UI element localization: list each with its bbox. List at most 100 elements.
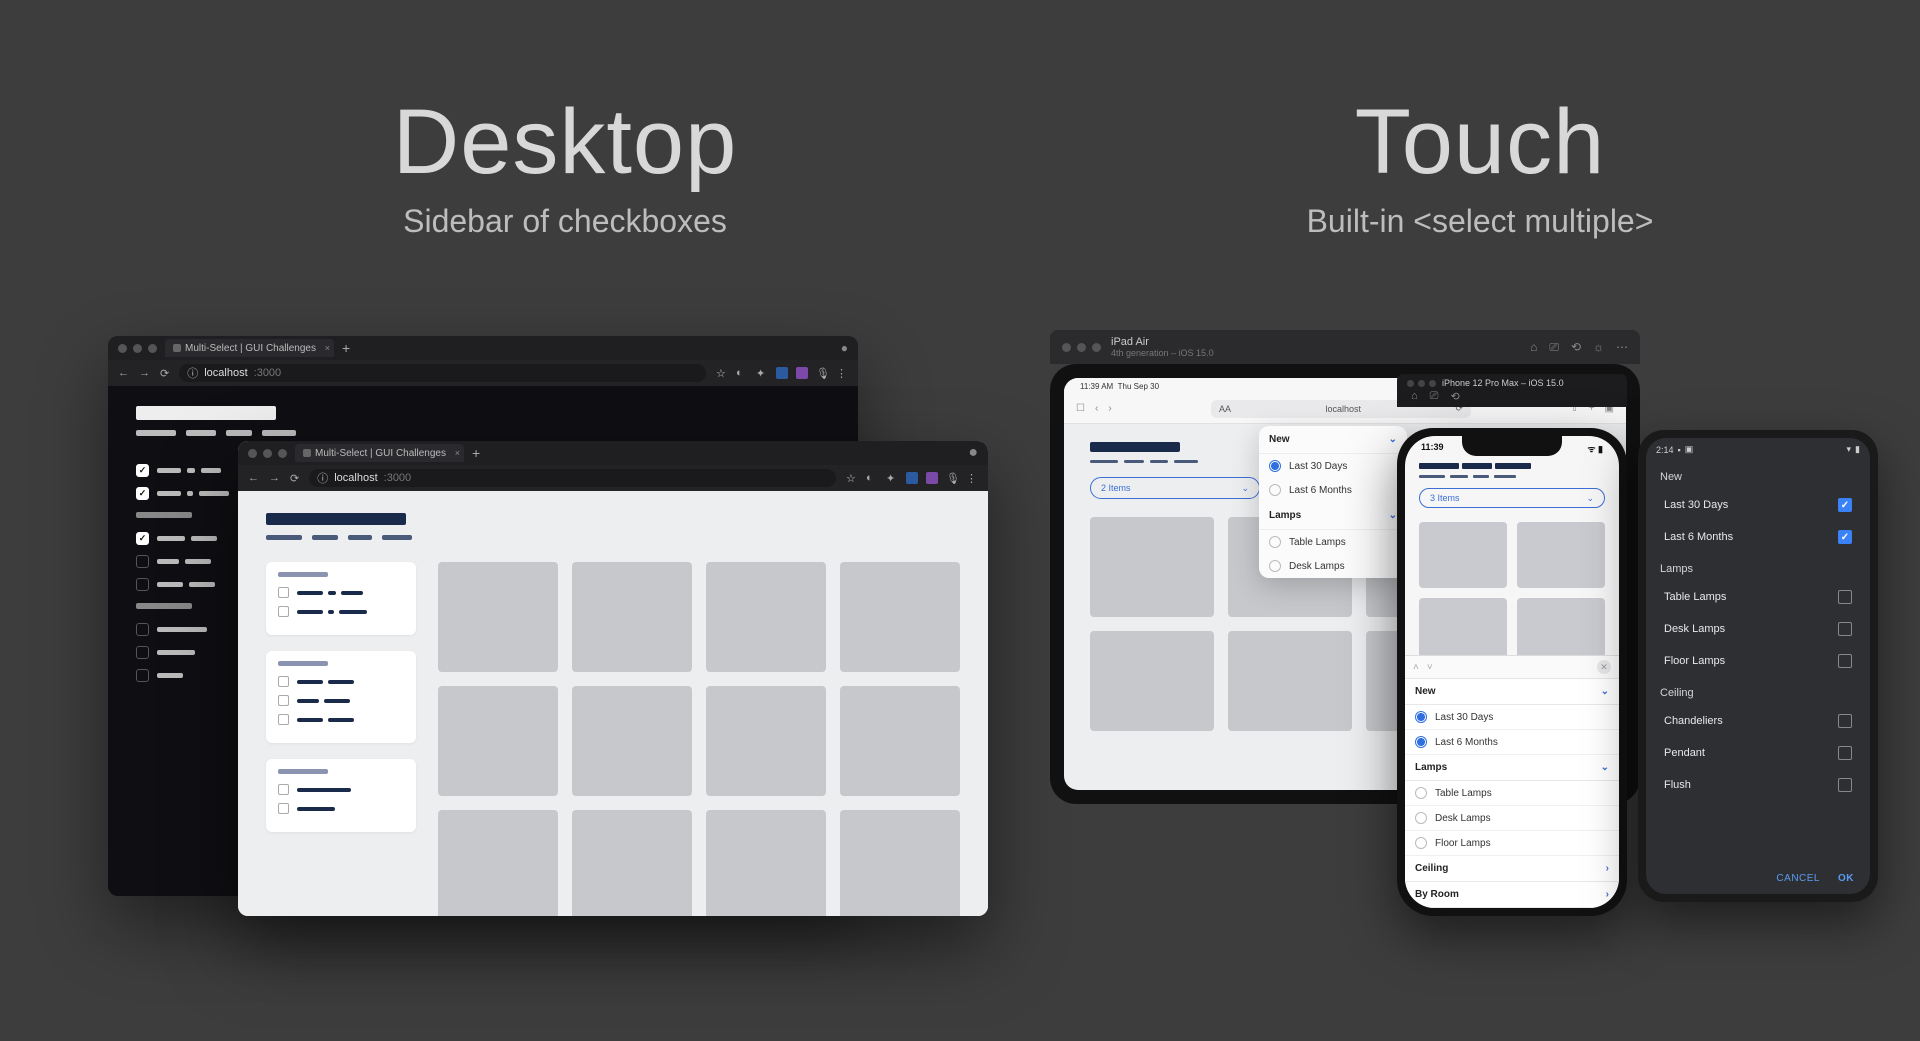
traffic-lights[interactable] bbox=[1062, 343, 1101, 352]
product-tile[interactable] bbox=[572, 686, 692, 796]
sheet-option[interactable]: Last 6 Months bbox=[1405, 730, 1619, 755]
close-sheet-icon[interactable]: ✕ bbox=[1597, 660, 1611, 674]
android-option[interactable]: Chandeliers bbox=[1646, 705, 1870, 737]
sheet-group-header[interactable]: Lamps ⌄ bbox=[1405, 755, 1619, 781]
next-field-icon[interactable]: ˅ bbox=[1427, 662, 1433, 673]
product-tile[interactable] bbox=[706, 810, 826, 916]
product-tile[interactable] bbox=[1090, 517, 1214, 617]
select-summary-pill[interactable]: 2 Items ⌄ bbox=[1090, 477, 1260, 499]
back-icon[interactable]: ‹ bbox=[1095, 403, 1098, 414]
popover-option[interactable]: Last 30 Days bbox=[1259, 454, 1407, 478]
product-tile[interactable] bbox=[840, 686, 960, 796]
checkbox-icon[interactable] bbox=[278, 606, 289, 617]
close-tab-icon[interactable]: × bbox=[325, 343, 330, 353]
product-tile[interactable] bbox=[1228, 631, 1352, 731]
ext-badge-2[interactable] bbox=[796, 367, 808, 379]
product-tile[interactable] bbox=[840, 810, 960, 916]
browser-tab[interactable]: Multi-Select | GUI Challenges × bbox=[295, 444, 464, 462]
site-info-icon[interactable]: ⓘ bbox=[187, 365, 198, 381]
kebab-menu-icon[interactable]: ⋮ bbox=[836, 367, 848, 379]
ext-badge-2[interactable] bbox=[926, 472, 938, 484]
checkbox-icon[interactable] bbox=[136, 464, 149, 477]
mic-icon[interactable]: 🎙 bbox=[816, 367, 828, 379]
android-option[interactable]: Last 6 Months bbox=[1646, 521, 1870, 553]
forward-icon[interactable]: → bbox=[269, 472, 280, 484]
back-icon[interactable]: ← bbox=[248, 472, 259, 484]
select-summary-pill[interactable]: 3 Items ⌄ bbox=[1419, 488, 1605, 508]
popover-group-header[interactable]: New ⌄ bbox=[1259, 426, 1407, 454]
kebab-menu-icon[interactable]: ⋮ bbox=[966, 472, 978, 484]
product-tile[interactable] bbox=[1090, 631, 1214, 731]
sheet-option[interactable]: Floor Lamps bbox=[1405, 831, 1619, 856]
extensions-icon[interactable]: ✦ bbox=[886, 472, 898, 484]
checkbox-icon[interactable] bbox=[1838, 654, 1852, 668]
product-tile[interactable] bbox=[1419, 522, 1507, 588]
filter-row[interactable] bbox=[278, 676, 404, 687]
site-info-icon[interactable]: ⓘ bbox=[317, 470, 328, 486]
product-tile[interactable] bbox=[572, 810, 692, 916]
window-close-icon[interactable]: ● bbox=[841, 341, 848, 355]
checkbox-icon[interactable] bbox=[1838, 714, 1852, 728]
traffic-lights[interactable] bbox=[1407, 380, 1436, 387]
android-option[interactable]: Flush bbox=[1646, 769, 1870, 801]
moon-icon[interactable]: ◐ bbox=[866, 472, 878, 484]
filter-row[interactable] bbox=[278, 803, 404, 814]
checkbox-icon[interactable] bbox=[1838, 746, 1852, 760]
browser-tab[interactable]: Multi-Select | GUI Challenges × bbox=[165, 339, 334, 357]
select-popover[interactable]: New ⌄ Last 30 Days Last 6 Months Lamps ⌄… bbox=[1259, 426, 1407, 578]
reload-icon[interactable]: ⟳ bbox=[160, 367, 169, 380]
android-option[interactable]: Desk Lamps bbox=[1646, 613, 1870, 645]
reload-icon[interactable]: ⟳ bbox=[290, 472, 299, 485]
ext-badge-1[interactable] bbox=[776, 367, 788, 379]
sheet-group-header[interactable]: New ⌄ bbox=[1405, 679, 1619, 705]
sheet-option[interactable]: Table Lamps bbox=[1405, 781, 1619, 806]
checkbox-icon[interactable] bbox=[136, 487, 149, 500]
popover-option[interactable]: Table Lamps bbox=[1259, 530, 1407, 554]
rotate-icon[interactable]: ⟲ bbox=[1450, 390, 1459, 403]
extensions-icon[interactable]: ✦ bbox=[756, 367, 768, 379]
url-field[interactable]: ⓘ localhost:3000 bbox=[309, 469, 836, 487]
sheet-group-header[interactable]: Ceiling › bbox=[1405, 856, 1619, 882]
back-icon[interactable]: ← bbox=[118, 367, 129, 379]
brightness-icon[interactable]: ☼ bbox=[1593, 340, 1604, 355]
forward-icon[interactable]: › bbox=[1108, 403, 1111, 414]
checkbox-icon[interactable] bbox=[278, 587, 289, 598]
product-tile[interactable] bbox=[1517, 522, 1605, 588]
filter-row[interactable] bbox=[278, 695, 404, 706]
popover-option[interactable]: Desk Lamps bbox=[1259, 554, 1407, 578]
checkbox-icon[interactable] bbox=[1838, 590, 1852, 604]
checkbox-icon[interactable] bbox=[278, 695, 289, 706]
more-icon[interactable]: ⋯ bbox=[1616, 340, 1628, 355]
filter-row[interactable] bbox=[278, 606, 404, 617]
android-option[interactable]: Pendant bbox=[1646, 737, 1870, 769]
url-field[interactable]: ⓘ localhost:3000 bbox=[179, 364, 706, 382]
checkbox-icon[interactable] bbox=[278, 784, 289, 795]
new-tab-button[interactable]: + bbox=[342, 340, 350, 356]
product-tile[interactable] bbox=[572, 562, 692, 672]
checkbox-icon[interactable] bbox=[136, 532, 149, 545]
checkbox-icon[interactable] bbox=[136, 578, 149, 591]
android-option[interactable]: Floor Lamps bbox=[1646, 645, 1870, 677]
popover-group-header[interactable]: Lamps ⌄ bbox=[1259, 502, 1407, 530]
checkbox-icon[interactable] bbox=[136, 623, 149, 636]
new-tab-button[interactable]: + bbox=[472, 445, 480, 461]
popover-option[interactable]: Last 6 Months bbox=[1259, 478, 1407, 502]
traffic-lights[interactable] bbox=[248, 449, 287, 458]
checkbox-icon[interactable] bbox=[136, 669, 149, 682]
checkbox-icon[interactable] bbox=[278, 803, 289, 814]
home-icon[interactable]: ⌂ bbox=[1411, 390, 1418, 403]
screenshot-icon[interactable]: ⎚ bbox=[1549, 340, 1559, 355]
sheet-option[interactable]: Last 30 Days bbox=[1405, 705, 1619, 730]
checkbox-icon[interactable] bbox=[1838, 530, 1852, 544]
checkbox-icon[interactable] bbox=[278, 714, 289, 725]
product-tile[interactable] bbox=[438, 686, 558, 796]
traffic-lights[interactable] bbox=[118, 344, 157, 353]
screenshot-icon[interactable]: ⎚ bbox=[1430, 390, 1439, 403]
product-tile[interactable] bbox=[438, 810, 558, 916]
checkbox-icon[interactable] bbox=[1838, 622, 1852, 636]
bookmark-icon[interactable]: ☆ bbox=[846, 472, 858, 484]
sheet-option[interactable]: Desk Lamps bbox=[1405, 806, 1619, 831]
checkbox-icon[interactable] bbox=[278, 676, 289, 687]
sidebar-icon[interactable]: ☐ bbox=[1076, 403, 1085, 414]
moon-icon[interactable]: ◐ bbox=[736, 367, 748, 379]
